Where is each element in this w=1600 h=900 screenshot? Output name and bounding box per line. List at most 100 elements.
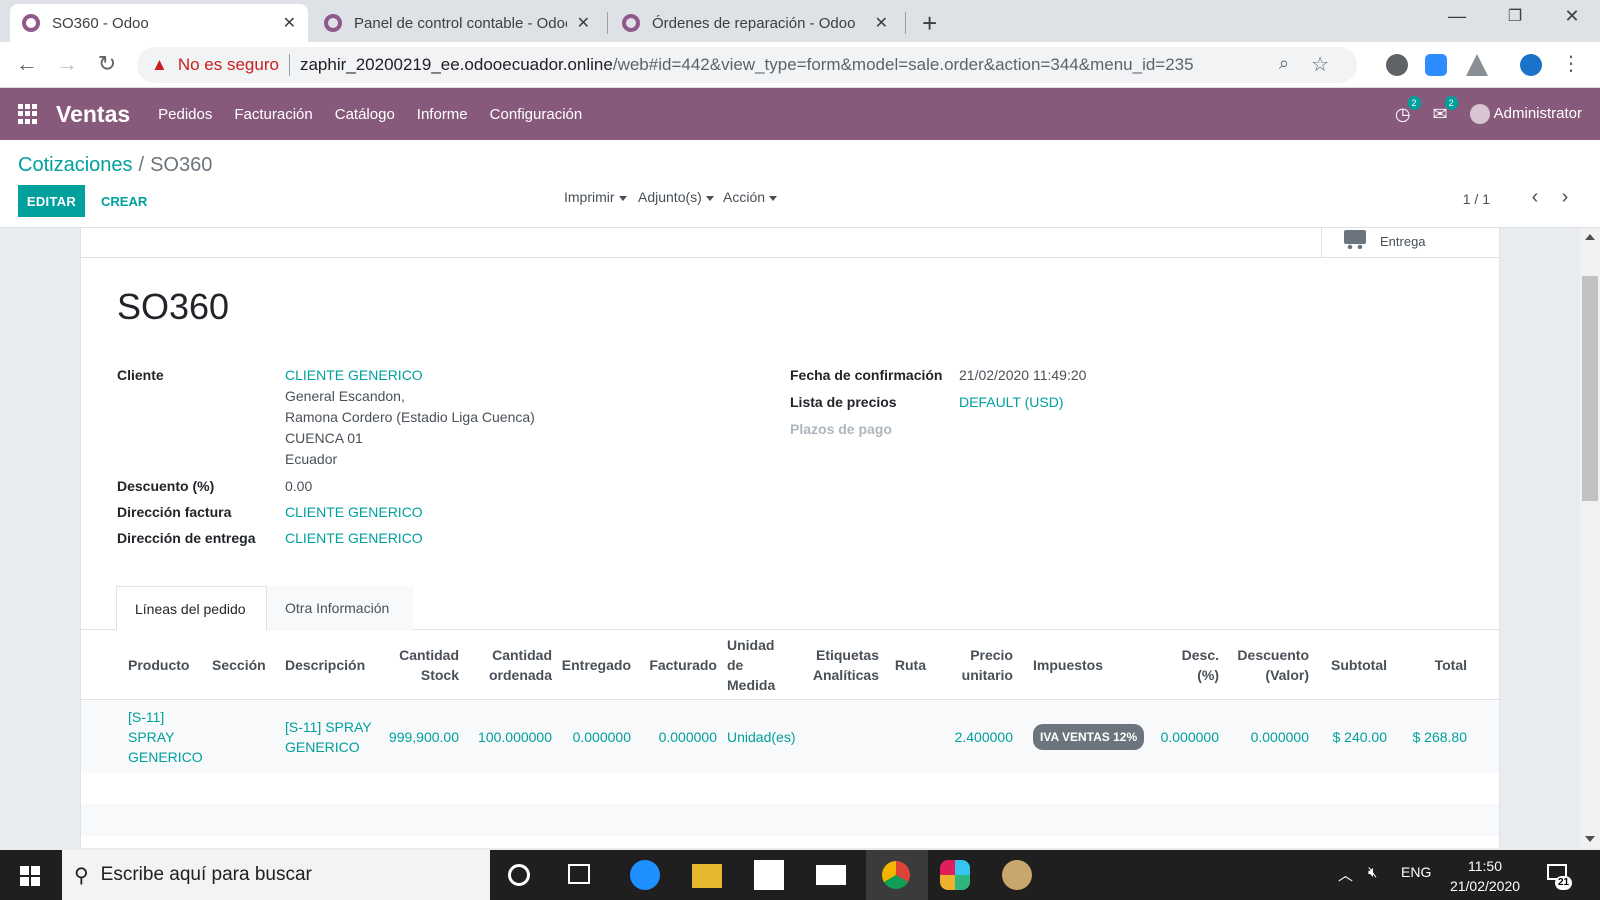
invoice-address-link[interactable]: CLIENTE GENERICO [285,504,423,520]
back-icon[interactable]: ← [14,51,40,77]
tab-order-lines[interactable]: Líneas del pedido [116,586,267,631]
cell-product[interactable]: [S-11] SPRAY GENERICO [128,701,203,773]
customer-link[interactable]: CLIENTE GENERICO [285,367,423,383]
edit-button[interactable]: EDITAR [18,185,85,217]
reload-icon[interactable]: ↻ [94,51,120,77]
col-header-delivered[interactable]: Entregado [556,630,631,700]
col-header-unit-price[interactable]: Precio unitario [940,630,1013,700]
col-header-discount-value[interactable]: Descuento (Valor) [1227,630,1309,700]
notification-center-icon[interactable]: 21 [1545,862,1573,890]
cell-description[interactable]: [S-11] SPRAY GENERICO [285,701,375,773]
cell-ordered-qty[interactable]: 100.000000 [464,701,552,773]
minimize-icon[interactable]: — [1442,6,1472,27]
col-header-description[interactable]: Descripción [285,630,375,700]
windows-start-icon[interactable] [20,866,40,886]
col-header-discount-pct[interactable]: Desc. (%) [1157,630,1219,700]
taskbar-search-box[interactable]: ⚲ Escribe aquí para buscar [62,850,490,900]
extension-profile-icon[interactable] [1520,54,1542,76]
scrollbar-thumb[interactable] [1582,276,1598,501]
col-header-taxes[interactable]: Impuestos [1033,630,1123,700]
tab-other-info[interactable]: Otra Información [267,586,413,631]
scroll-down-icon[interactable] [1585,836,1595,842]
cell-taxes[interactable]: IVA VENTAS 12% [1033,701,1153,773]
browser-tab-so360[interactable]: SO360 - Odoo ✕ [10,4,308,42]
pricelist-link[interactable]: DEFAULT (USD) [959,394,1064,410]
col-header-product[interactable]: Producto [128,630,198,700]
pager-value[interactable]: 1 / 1 [1463,191,1490,207]
cortana-icon[interactable] [508,864,530,886]
cell-discount-value[interactable]: 0.000000 [1227,701,1309,773]
col-header-analytic-tags[interactable]: Etiquetas Analíticas [799,630,879,700]
security-label[interactable]: No es seguro [178,55,279,75]
activity-clock-icon[interactable]: ◷ 2 [1395,95,1421,125]
system-clock[interactable]: 11:50 21/02/2020 [1440,856,1530,896]
slack-icon[interactable] [940,860,970,890]
menu-informe[interactable]: Informe [417,106,468,123]
tray-chevron-icon[interactable]: ︿ [1338,864,1353,885]
close-tab-icon[interactable]: ✕ [283,13,296,33]
browser-tab-repairs[interactable]: Órdenes de reparación - Odoo ✕ [610,4,900,42]
microsoft-store-icon[interactable] [754,860,784,890]
extension-drive-icon[interactable] [1466,54,1488,76]
window-close-icon[interactable]: ✕ [1557,6,1587,27]
col-header-subtotal[interactable]: Subtotal [1317,630,1387,700]
volume-muted-icon[interactable]: 🔇︎ [1368,864,1377,881]
mail-icon[interactable] [816,865,846,885]
delivery-address-link[interactable]: CLIENTE GENERICO [285,530,423,546]
address-bar[interactable]: ▲ No es seguro zaphir_20200219_ee.odooec… [137,47,1357,83]
col-header-uom[interactable]: Unidad de Medida [727,630,787,700]
cell-total[interactable]: $ 268.80 [1397,701,1468,773]
chrome-taskbar-button[interactable] [866,850,928,900]
apps-menu-icon[interactable] [18,104,38,124]
cell-discount-pct[interactable]: 0.000000 [1157,701,1219,773]
app-title[interactable]: Ventas [56,101,130,128]
menu-configuracion[interactable]: Configuración [490,106,583,123]
col-header-route[interactable]: Ruta [881,630,926,700]
edge-browser-icon[interactable] [630,860,660,890]
col-header-total[interactable]: Total [1397,630,1467,700]
col-header-invoiced[interactable]: Facturado [637,630,717,700]
close-tab-icon[interactable]: ✕ [875,13,888,33]
browser-tab-accounting[interactable]: Panel de control contable - Odoo ✕ [312,4,602,42]
cell-uom[interactable]: Unidad(es) [727,701,807,773]
file-explorer-icon[interactable] [692,864,722,888]
action-dropdown[interactable]: Acción [723,189,777,205]
extension-zoom-icon[interactable] [1425,54,1447,76]
delivery-smart-button[interactable]: Entrega [1321,228,1499,258]
cell-section[interactable] [212,701,272,773]
create-button[interactable]: CREAR [96,185,152,217]
menu-catalogo[interactable]: Catálogo [335,106,395,123]
menu-pedidos[interactable]: Pedidos [158,106,212,123]
user-menu[interactable]: Administrator [1469,104,1582,124]
task-view-icon[interactable] [568,864,590,884]
col-header-stock-qty[interactable]: Cantidad Stock [379,630,459,700]
print-dropdown[interactable]: Imprimir [564,189,627,205]
new-tab-icon[interactable]: + [922,8,937,39]
cell-stock-qty[interactable]: 999,900.00 [379,701,459,773]
restore-icon[interactable]: ❐ [1500,6,1530,26]
pager-previous-icon[interactable]: ‹ [1523,186,1547,209]
col-header-ordered-qty[interactable]: Cantidad ordenada [464,630,552,700]
cell-subtotal[interactable]: $ 240.00 [1317,701,1388,773]
paint-icon[interactable] [1002,860,1032,890]
zoom-icon[interactable]: ⌕ [1279,53,1289,74]
scroll-up-icon[interactable] [1585,234,1595,240]
extension-incognito-icon[interactable] [1386,54,1408,76]
attachments-dropdown[interactable]: Adjunto(s) [638,189,714,205]
cell-route[interactable] [881,701,926,773]
cell-analytic-tags[interactable] [799,701,879,773]
forward-icon[interactable]: → [54,51,80,77]
chrome-menu-icon[interactable]: ⋮ [1558,51,1584,76]
page-scrollbar[interactable] [1580,228,1600,848]
cell-invoiced[interactable]: 0.000000 [637,701,717,773]
cell-unit-price[interactable]: 2.400000 [940,701,1013,773]
col-header-section[interactable]: Sección [212,630,272,700]
url-text[interactable]: zaphir_20200219_ee.odooecuador.online/we… [300,55,1194,75]
bookmark-star-icon[interactable]: ☆ [1311,52,1329,77]
messaging-icon[interactable]: ✉ 2 [1433,95,1458,125]
breadcrumb-parent-link[interactable]: Cotizaciones [18,154,133,176]
close-tab-icon[interactable]: ✕ [577,13,590,33]
menu-facturacion[interactable]: Facturación [234,106,312,123]
language-indicator[interactable]: ENG [1401,864,1431,880]
cell-delivered[interactable]: 0.000000 [556,701,631,773]
